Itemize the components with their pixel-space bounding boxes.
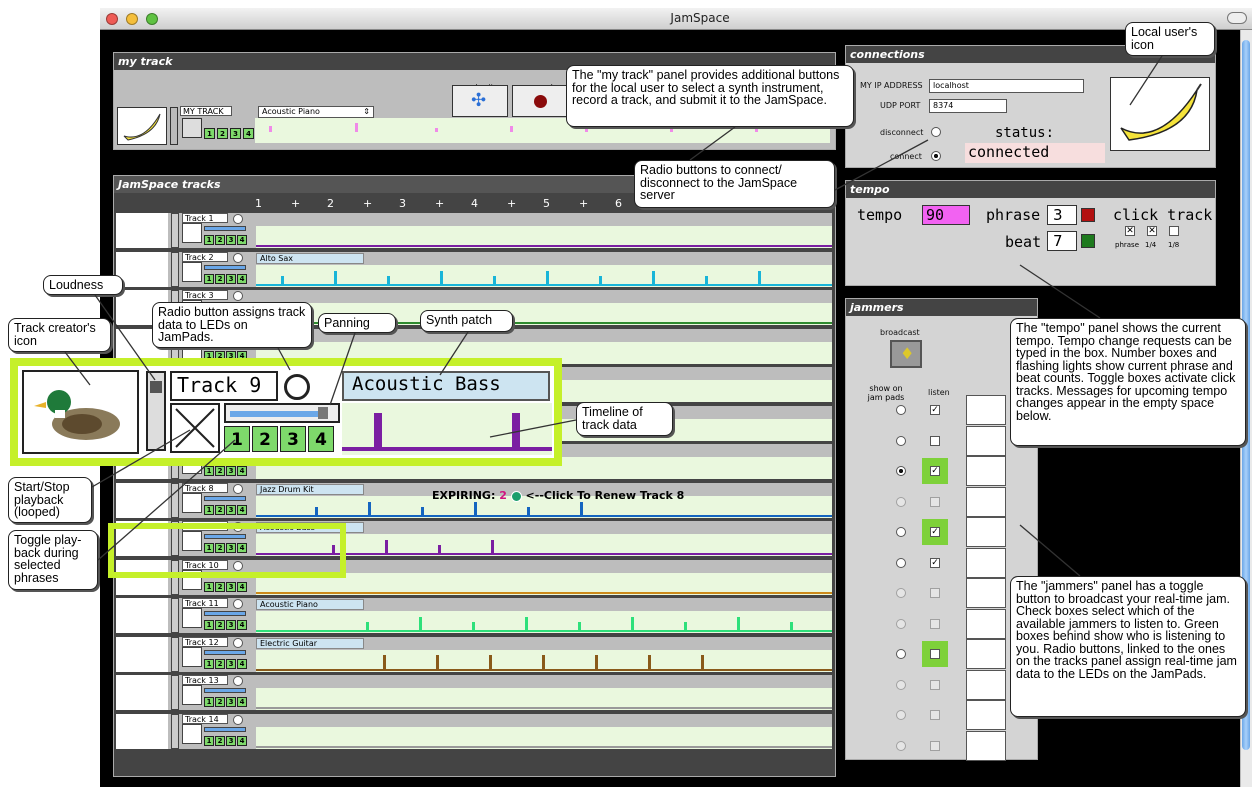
- callout-leader-lines: [64, 55, 1163, 577]
